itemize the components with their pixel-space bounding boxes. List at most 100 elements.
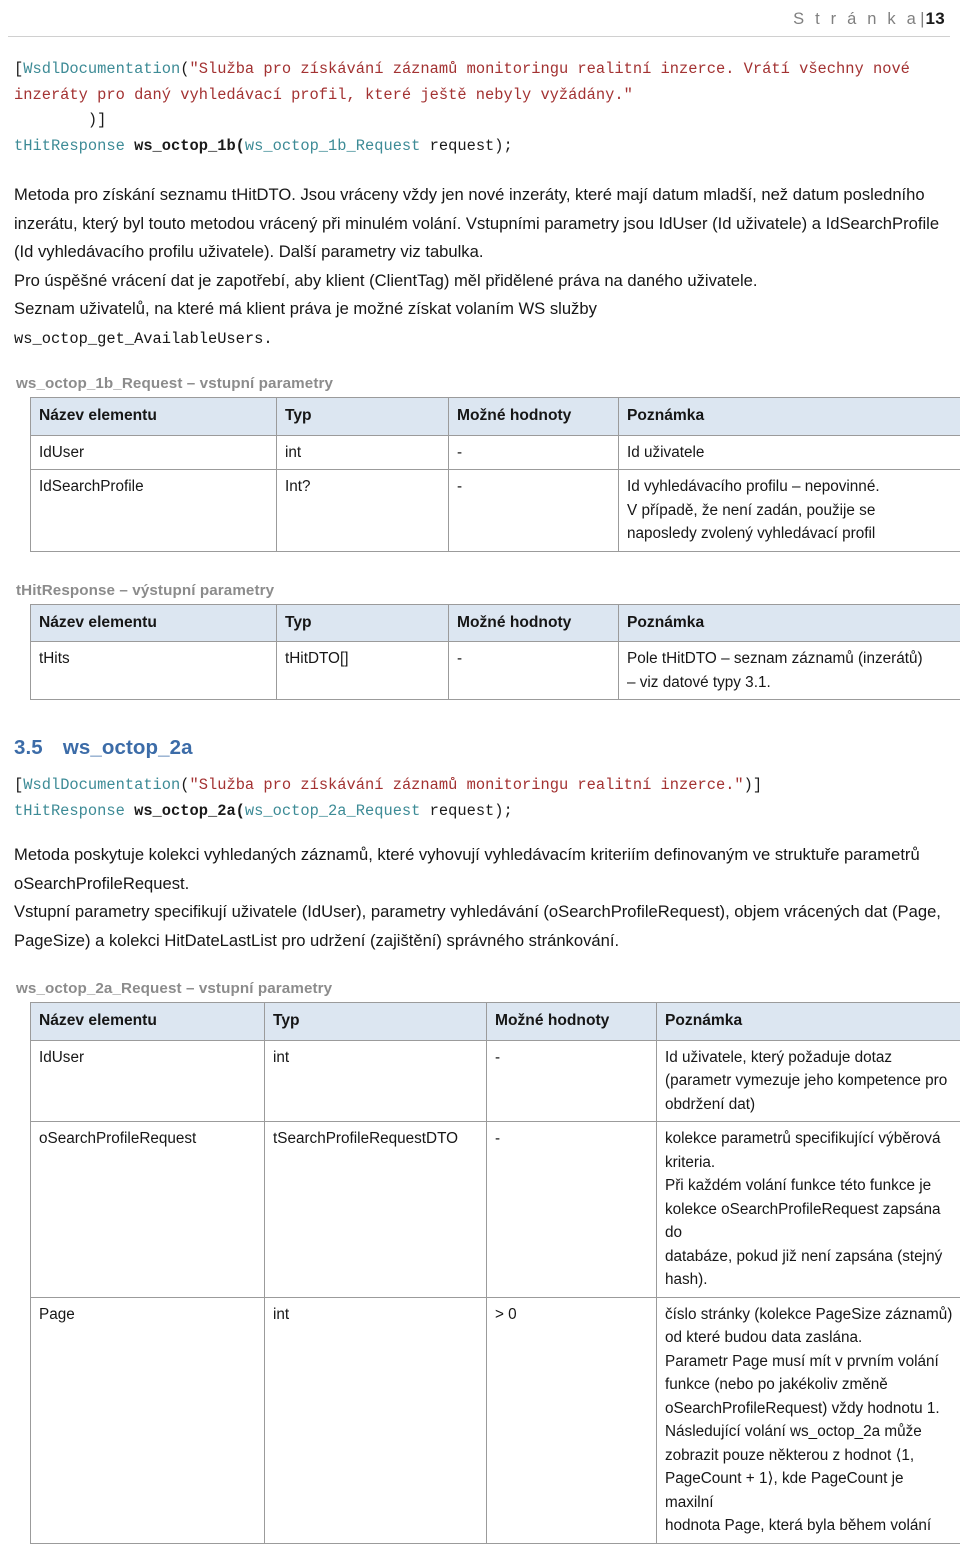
cell-values: - [487,1122,657,1298]
document-page: S t r á n k a|13 [WsdlDocumentation("Slu… [0,0,960,1503]
page-header-separator: | [920,9,924,28]
code-attribute-close: )] [14,111,106,129]
cell-type: tSearchProfileRequestDTO [265,1122,487,1298]
column-header-values: Možné hodnoty [487,1003,657,1041]
column-header-name: Název elementu [31,604,277,642]
column-header-type: Typ [277,604,449,642]
paragraph: Metoda poskytuje kolekci vyhledaných záz… [8,841,950,898]
table-row: tHits tHitDTO[] - Pole tHitDTO – seznam … [31,642,960,700]
cell-note: Id vyhledávacího profilu – nepovinné. V … [619,470,960,552]
column-header-note: Poznámka [619,398,960,436]
cell-values: - [449,470,619,552]
paragraph: Vstupní parametry specifikují uživatele … [8,898,950,955]
paragraph: Pro úspěšné vrácení dat je zapotřebí, ab… [8,267,950,296]
cell-note-line: Parametr Page musí mít v prvním volání [665,1350,953,1374]
cell-values: > 0 [487,1297,657,1543]
table-caption: ws_octop_2a_Request – vstupní parametry [8,980,950,997]
code-paren-open: ( [180,60,189,78]
inline-code-service-name: ws_octop_get_AvailableUsers. [14,330,273,348]
cell-values: - [487,1040,657,1122]
cell-type: int [277,435,449,470]
cell-note-line: kolekce oSearchProfileRequest zapsána do [665,1198,953,1245]
column-header-name: Název elementu [31,1003,265,1041]
code-block-wsdl-2a: [WsdlDocumentation("Služba pro získávání… [8,773,950,824]
code-param-type: ws_octop_2a_Request [245,802,420,820]
table-caption: ws_octop_1b_Request – vstupní parametry [8,375,950,392]
table-caption: tHitResponse – výstupní parametry [8,582,950,599]
code-param-type: ws_octop_1b_Request [245,137,420,155]
table-row: IdUser int - Id uživatele [31,435,960,470]
cell-note-line: kolekce parametrů specifikující výběrová [665,1127,953,1151]
section-title: ws_octop_2a [63,736,193,759]
cell-name: oSearchProfileRequest [31,1122,265,1298]
page-header: S t r á n k a|13 [8,0,950,37]
parameters-table-thitresponse: Název elementu Typ Možné hodnoty Poznámk… [30,604,960,701]
cell-note-line: Id vyhledávacího profilu – nepovinné. [627,475,953,499]
cell-note-line: od které budou data zaslána. [665,1326,953,1350]
table-header-row: Název elementu Typ Možné hodnoty Poznámk… [31,1003,960,1041]
cell-note-line: naposledy zvolený vyhledávací profil [627,522,953,546]
parameters-table-2a-request: Název elementu Typ Možné hodnoty Poznámk… [30,1002,960,1544]
cell-note: číslo stránky (kolekce PageSize záznamů)… [657,1297,960,1543]
table-header-row: Název elementu Typ Možné hodnoty Poznámk… [31,398,960,436]
column-header-name: Název elementu [31,398,277,436]
column-header-type: Typ [277,398,449,436]
column-header-values: Možné hodnoty [449,398,619,436]
code-method-name: ws_octop_2a( [125,802,245,820]
cell-values: - [449,435,619,470]
table-row: oSearchProfileRequest tSearchProfileRequ… [31,1122,960,1298]
cell-note-line: Při každém volání funkce této funkce je [665,1174,953,1198]
cell-note: Pole tHitDTO – seznam záznamů (inzerátů)… [619,642,960,700]
cell-note-line: V případě, že není zadán, použije se [627,499,953,523]
cell-note-line: oSearchProfileRequest) vždy hodnotu 1. [665,1397,953,1421]
code-paren-open: ( [180,776,189,794]
cell-note-line: hodnota Page, která byla během volání [665,1514,953,1538]
paragraph: Seznam uživatelů, na které má klient prá… [8,295,950,353]
cell-note-line: Id uživatele [627,441,953,465]
code-attribute-name: WsdlDocumentation [23,60,180,78]
page-number: 13 [925,9,945,28]
column-header-note: Poznámka [657,1003,960,1041]
cell-note-line: databáze, pokud již není zapsána (stejný [665,1245,953,1269]
code-attribute-name: WsdlDocumentation [23,776,180,794]
page-header-label: S t r á n k a [793,10,919,28]
cell-name: Page [31,1297,265,1543]
cell-name: IdUser [31,435,277,470]
table-row: IdUser int - Id uživatele, který požaduj… [31,1040,960,1122]
column-header-type: Typ [265,1003,487,1041]
column-header-values: Možné hodnoty [449,604,619,642]
cell-type: tHitDTO[] [277,642,449,700]
cell-note-line: hash). [665,1268,953,1292]
code-method-name: ws_octop_1b( [125,137,245,155]
description-block-1b: Metoda pro získání seznamu tHitDTO. Jsou… [8,181,950,353]
cell-type: Int? [277,470,449,552]
cell-note-line: zobrazit pouze některou z hodnot ⟨1, [665,1444,953,1468]
cell-note: Id uživatele [619,435,960,470]
column-header-note: Poznámka [619,604,960,642]
cell-note-line: funkce (nebo po jakékoliv změně [665,1373,953,1397]
table-section-thitresponse: tHitResponse – výstupní parametry Název … [8,582,950,701]
cell-note-line: obdržení dat) [665,1093,953,1117]
table-header-row: Název elementu Typ Možné hodnoty Poznámk… [31,604,960,642]
cell-name: IdUser [31,1040,265,1122]
code-return-type: tHitResponse [14,137,125,155]
cell-note-line: PageCount + 1⟩, kde PageCount je maxilní [665,1467,953,1514]
cell-note-line: Id uživatele, který požaduje dotaz [665,1046,953,1070]
section-number: 3.5 [14,736,43,759]
cell-type: int [265,1297,487,1543]
code-bracket-open: [ [14,776,23,794]
description-block-2a: Metoda poskytuje kolekci vyhledaných záz… [8,841,950,955]
code-signature-tail: request); [420,802,512,820]
table-section-2a-request: ws_octop_2a_Request – vstupní parametry … [8,980,950,1544]
parameters-table-1b-request: Název elementu Typ Možné hodnoty Poznámk… [30,397,960,552]
cell-name: IdSearchProfile [31,470,277,552]
cell-note-line: číslo stránky (kolekce PageSize záznamů) [665,1303,953,1327]
code-doc-string: "Služba pro získávání záznamů monitoring… [190,776,744,794]
cell-note-line: (parametr vymezuje jeho kompetence pro [665,1069,953,1093]
cell-note-line: kriteria. [665,1151,953,1175]
cell-note: Id uživatele, který požaduje dotaz (para… [657,1040,960,1122]
paragraph-text: Seznam uživatelů, na které má klient prá… [14,299,597,318]
paragraph: Metoda pro získání seznamu tHitDTO. Jsou… [8,181,950,267]
cell-values: - [449,642,619,700]
cell-type: int [265,1040,487,1122]
